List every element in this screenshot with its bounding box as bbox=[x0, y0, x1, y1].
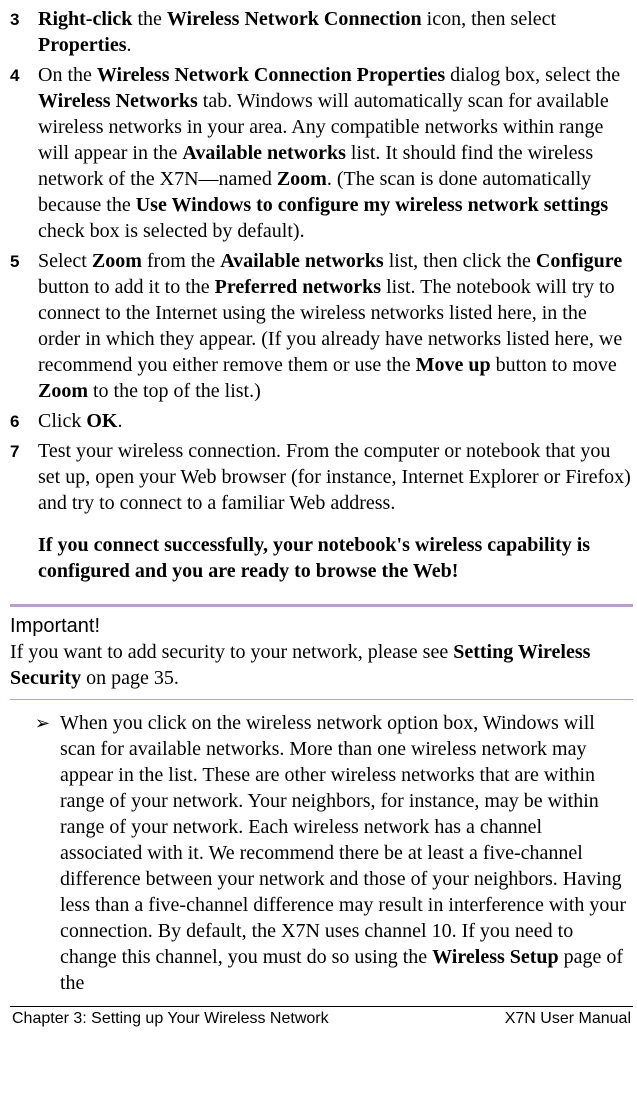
step-number: 6 bbox=[10, 408, 38, 433]
step-4: 4 On the Wireless Network Connection Pro… bbox=[10, 62, 633, 246]
numbered-steps: 3 Right-click the Wireless Network Conne… bbox=[10, 6, 633, 518]
step-7: 7 Test your wireless connection. From th… bbox=[10, 438, 633, 518]
step-number: 5 bbox=[10, 248, 38, 273]
step-6: 6 Click OK. bbox=[10, 408, 633, 436]
page-footer: Chapter 3: Setting up Your Wireless Netw… bbox=[10, 1009, 633, 1030]
footer-rule bbox=[10, 1006, 633, 1007]
important-box: Important! If you want to add security t… bbox=[10, 604, 633, 700]
step-body: Right-click the Wireless Network Connect… bbox=[38, 6, 633, 60]
step-3: 3 Right-click the Wireless Network Conne… bbox=[10, 6, 633, 60]
important-text: If you want to add security to your netw… bbox=[10, 639, 629, 691]
step-number: 3 bbox=[10, 6, 38, 31]
step-body: Select Zoom from the Available networks … bbox=[38, 248, 633, 406]
step-body: Test your wireless connection. From the … bbox=[38, 438, 633, 518]
footer-manual: X7N User Manual bbox=[505, 1009, 631, 1030]
bullet-list: ➢ When you click on the wireless network… bbox=[10, 710, 633, 996]
step-body: On the Wireless Network Connection Prope… bbox=[38, 62, 633, 246]
bullet-item: ➢ When you click on the wireless network… bbox=[10, 710, 633, 996]
step-number: 4 bbox=[10, 62, 38, 87]
important-title: Important! bbox=[10, 613, 629, 639]
bullet-text: When you click on the wireless network o… bbox=[60, 710, 633, 996]
triangle-right-icon: ➢ bbox=[10, 710, 60, 735]
footer-chapter: Chapter 3: Setting up Your Wireless Netw… bbox=[12, 1009, 329, 1030]
step-body: Click OK. bbox=[38, 408, 633, 436]
step-5: 5 Select Zoom from the Available network… bbox=[10, 248, 633, 406]
success-note: If you connect successfully, your notebo… bbox=[38, 532, 633, 584]
step-number: 7 bbox=[10, 438, 38, 463]
